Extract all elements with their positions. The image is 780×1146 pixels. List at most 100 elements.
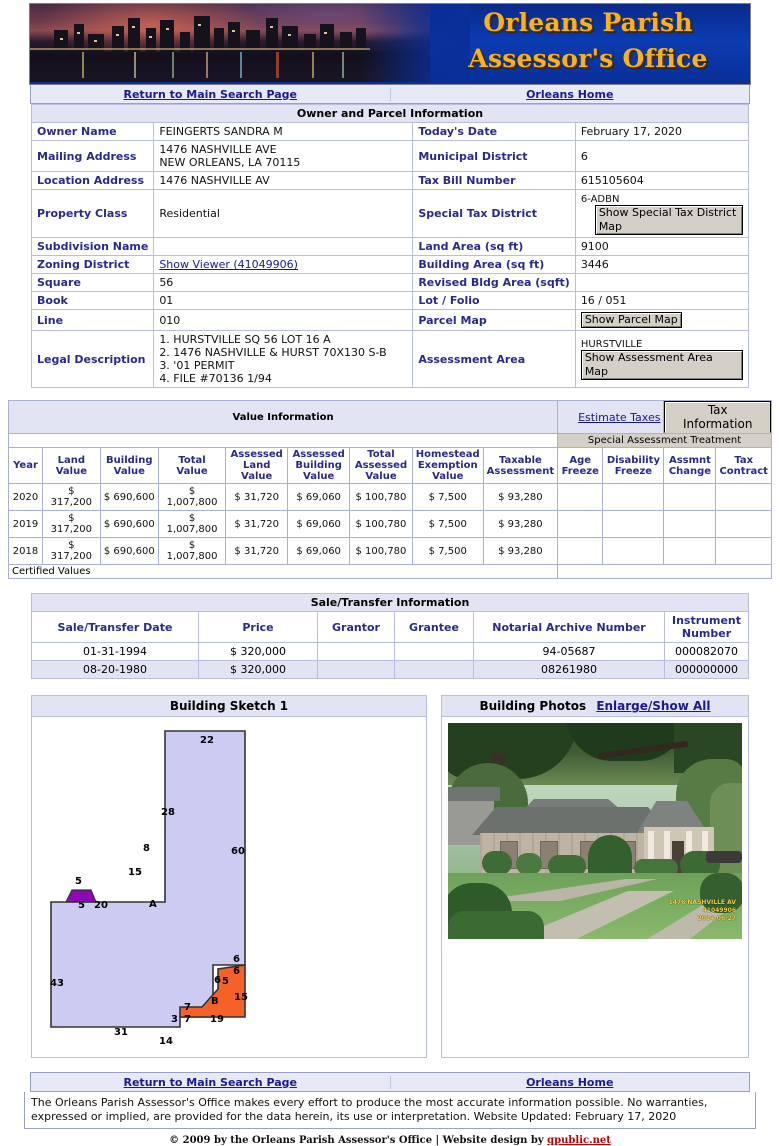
col-total-value: Total Value xyxy=(157,447,227,484)
sketch-area-label-b: B xyxy=(211,996,219,1007)
value-building-area: 3446 xyxy=(574,255,750,274)
value-parcel-map-cell: Show Parcel Map xyxy=(574,309,750,331)
building-photo-container: 1476 NASHVILLE AV 41049906 2014-06-27 xyxy=(442,717,748,947)
value-info-title: Value Information xyxy=(7,400,559,434)
col-taxable-assessment: Taxable Assessment xyxy=(482,447,559,484)
sketch-dim-6-c: 6 xyxy=(214,975,221,986)
nav-cell-return: Return to Main Search Page xyxy=(31,87,391,101)
sale-transfer-block: Sale/Transfer Information Sale/Transfer … xyxy=(31,593,749,679)
sketch-dim-5-bot: 5 xyxy=(78,900,85,911)
sketch-dim-15: 15 xyxy=(128,867,142,878)
cell-sale-date: 08-20-1980 xyxy=(31,660,199,679)
sketch-dim-6-b: 6 xyxy=(233,966,240,977)
cell-disability xyxy=(602,510,665,538)
sketch-dim-28: 28 xyxy=(161,807,175,818)
cell-land: $ 317,200 xyxy=(42,483,101,511)
show-viewer-link[interactable]: Show Viewer (41049906) xyxy=(159,258,298,271)
value-square: 56 xyxy=(153,273,414,292)
banner-title: Orleans Parish Assessor's Office xyxy=(438,9,738,73)
col-instrument: Instrument Number xyxy=(664,611,749,643)
owner-parcel-table: Owner and Parcel Information Owner Name … xyxy=(30,104,750,388)
col-sale-date: Sale/Transfer Date xyxy=(31,611,199,643)
sketch-dim-43: 43 xyxy=(50,978,64,989)
orleans-home-link-bottom[interactable]: Orleans Home xyxy=(526,1076,613,1089)
certified-values-spacer xyxy=(557,564,772,579)
cell-notarial: 08261980 xyxy=(473,660,665,679)
sale-title-row: Sale/Transfer Information xyxy=(31,593,749,612)
cell-assmnt xyxy=(663,537,717,565)
building-photos-header: Building Photos Enlarge/Show All xyxy=(442,696,748,717)
col-building-value: Building Value xyxy=(99,447,159,484)
cell-grantee xyxy=(394,660,474,679)
copyright-text: © 2009 by the Orleans Parish Assessor's … xyxy=(169,1135,548,1146)
col-homestead: Homestead Exemption Value xyxy=(411,447,484,484)
sale-transfer-title: Sale/Transfer Information xyxy=(31,593,749,612)
table-row: Subdivision Name Land Area (sq ft) 9100 xyxy=(30,237,750,256)
col-price: Price xyxy=(198,611,318,643)
cell-disability xyxy=(602,483,665,511)
orleans-home-link[interactable]: Orleans Home xyxy=(526,88,613,101)
sketch-dim-20: 20 xyxy=(94,900,108,911)
cell-sale-date: 01-31-1994 xyxy=(31,642,199,661)
cell-grantor xyxy=(317,660,395,679)
table-row: Square 56 Revised Bldg Area (sqft) xyxy=(30,273,750,292)
col-grantee: Grantee xyxy=(394,611,474,643)
tax-information-tab[interactable]: Tax Information xyxy=(664,401,771,433)
cell-aland: $ 31,720 xyxy=(225,537,289,565)
table-row: Line 010 Parcel Map Show Parcel Map xyxy=(30,309,750,331)
special-assessment-row: Special Assessment Treatment xyxy=(7,433,772,448)
qpublic-link[interactable]: qpublic.net xyxy=(547,1135,611,1146)
value-tax-bill-number: 615105604 xyxy=(574,171,750,190)
building-photo[interactable]: 1476 NASHVILLE AV 41049906 2014-06-27 xyxy=(448,723,742,939)
value-revised-bldg-area xyxy=(574,273,750,292)
nav-cell-home: Orleans Home xyxy=(391,88,750,101)
label-todays-date: Today's Date xyxy=(412,122,576,141)
estimate-taxes-link[interactable]: Estimate Taxes xyxy=(578,411,660,424)
show-parcel-map-button[interactable]: Show Parcel Map xyxy=(580,312,682,328)
building-photos-title: Building Photos xyxy=(479,699,587,713)
special-assessment-treatment-label: Special Assessment Treatment xyxy=(557,433,772,448)
sketch-label-layer: 22 28 8 60 15 5 5 20 A 43 6 6 6 5 15 B 7 xyxy=(32,717,426,1057)
special-assessment-spacer xyxy=(7,433,559,448)
show-special-tax-district-map-button[interactable]: Show Special Tax District Map xyxy=(594,205,743,235)
enlarge-show-all-link[interactable]: Enlarge/Show All xyxy=(596,699,710,713)
return-to-main-search-link-bottom[interactable]: Return to Main Search Page xyxy=(124,1076,298,1089)
return-to-main-search-link[interactable]: Return to Main Search Page xyxy=(124,88,298,101)
cell-taxcontract xyxy=(715,483,772,511)
sketch-dim-5-c: 5 xyxy=(222,976,229,987)
sketch-dim-22: 22 xyxy=(200,735,214,746)
value-assessment-area-cell: HURSTVILLE Show Assessment Area Map xyxy=(574,330,750,388)
cell-homestead: $ 7,500 xyxy=(411,537,484,565)
cell-atotal: $ 100,780 xyxy=(349,510,413,538)
cell-taxcontract xyxy=(715,537,772,565)
cell-assmnt xyxy=(663,483,717,511)
value-book: 01 xyxy=(153,291,414,310)
sale-header-row: Sale/Transfer Date Price Grantor Grantee… xyxy=(31,611,749,643)
nav-cell-return-bottom: Return to Main Search Page xyxy=(31,1075,391,1089)
cell-building: $ 690,600 xyxy=(99,510,159,538)
cell-price: $ 320,000 xyxy=(198,642,318,661)
sketch-dim-15-b: 15 xyxy=(234,992,248,1003)
cell-total: $ 1,007,800 xyxy=(157,537,227,565)
cell-agefreeze xyxy=(557,483,604,511)
table-row: Owner Name FEINGERTS SANDRA M Today's Da… xyxy=(30,122,750,141)
label-special-tax-district: Special Tax District xyxy=(412,189,576,238)
col-grantor: Grantor xyxy=(317,611,395,643)
sketch-dim-19: 19 xyxy=(210,1014,224,1025)
value-zoning-district-cell: Show Viewer (41049906) xyxy=(153,255,414,274)
skyline-image xyxy=(30,4,470,82)
cell-building: $ 690,600 xyxy=(99,483,159,511)
col-assessed-building: Assessed Building Value xyxy=(287,447,351,484)
value-land-area: 9100 xyxy=(574,237,750,256)
label-property-class: Property Class xyxy=(30,189,155,238)
cell-building: $ 690,600 xyxy=(99,537,159,565)
cell-notarial: 94-05687 xyxy=(473,642,665,661)
cell-total: $ 1,007,800 xyxy=(157,483,227,511)
col-assessed-land: Assessed Land Value xyxy=(225,447,289,484)
cell-land: $ 317,200 xyxy=(42,510,101,538)
value-owner-name: FEINGERTS SANDRA M xyxy=(153,122,414,141)
table-row: 2020 $ 317,200 $ 690,600 $ 1,007,800 $ 3… xyxy=(7,483,772,511)
label-mailing-address: Mailing Address xyxy=(30,140,155,172)
show-assessment-area-map-button[interactable]: Show Assessment Area Map xyxy=(580,349,743,380)
building-sketch-title: Building Sketch 1 xyxy=(32,696,426,717)
